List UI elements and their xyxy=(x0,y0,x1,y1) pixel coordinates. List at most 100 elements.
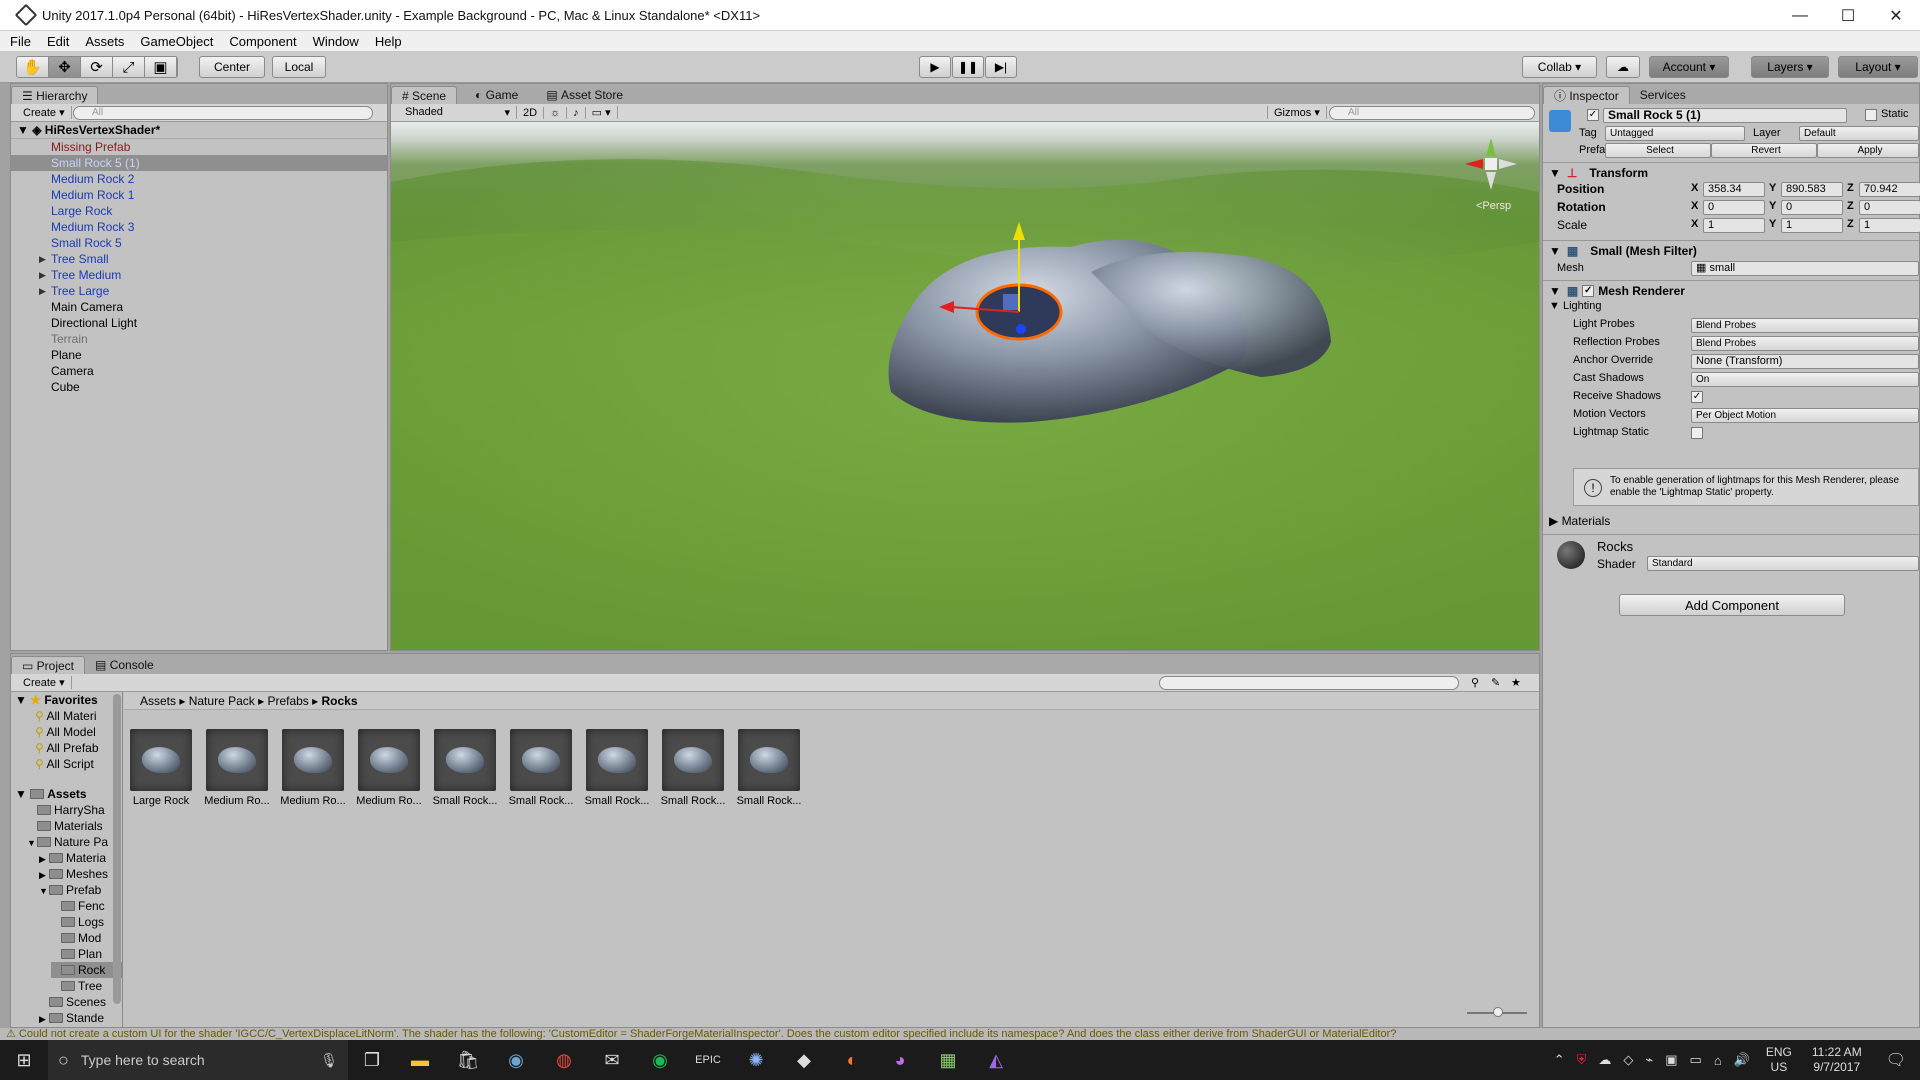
transform-x-field[interactable]: 0 xyxy=(1703,200,1765,215)
static-checkbox[interactable] xyxy=(1865,109,1877,121)
gizmos-dropdown[interactable]: Gizmos ▾ xyxy=(1267,106,1327,119)
taskbar-search-box[interactable]: ○ Type here to search 🎙 xyxy=(48,1040,348,1080)
shield-icon[interactable]: ⛨ xyxy=(1577,1052,1587,1068)
favorite-star-icon[interactable]: ★ xyxy=(1511,676,1521,689)
play-button[interactable]: ▶ xyxy=(919,56,951,78)
cloud-icon[interactable]: ☁ xyxy=(1598,1052,1611,1068)
renderer-dropdown[interactable]: Per Object Motion xyxy=(1691,408,1919,423)
add-component-button[interactable]: Add Component xyxy=(1619,594,1845,616)
hierarchy-item[interactable]: Camera xyxy=(11,363,387,379)
asset-thumbnail[interactable] xyxy=(206,729,268,791)
project-create-button[interactable]: Create ▾ xyxy=(17,676,72,689)
menu-help[interactable]: Help xyxy=(375,34,402,49)
folder-tree-item[interactable]: Mod xyxy=(51,930,101,946)
favorite-item[interactable]: ⚲ All Model xyxy=(35,724,96,740)
paint-icon[interactable]: ◕ xyxy=(876,1040,924,1080)
prefab-revert-button[interactable]: Revert xyxy=(1711,143,1817,158)
transform-x-field[interactable]: 1 xyxy=(1703,218,1765,233)
epic-games-icon[interactable]: EPIC xyxy=(684,1040,732,1080)
asset-thumbnail[interactable] xyxy=(434,729,496,791)
transform-header[interactable]: ▼ ⊥ Transform xyxy=(1543,162,1919,182)
tray-app-icon[interactable]: ▣ xyxy=(1665,1052,1677,1068)
volume-icon[interactable]: 🔊 xyxy=(1734,1052,1750,1068)
tab-project[interactable]: ▭ Project xyxy=(11,656,86,674)
mail-icon[interactable]: ✉ xyxy=(588,1040,636,1080)
renderer-object-field[interactable]: None (Transform) xyxy=(1691,354,1919,369)
blender-icon[interactable]: ◐ xyxy=(828,1040,876,1080)
menu-assets[interactable]: Assets xyxy=(85,34,124,49)
asset-thumbnail[interactable] xyxy=(662,729,724,791)
step-button[interactable]: ▶| xyxy=(985,56,1017,78)
effects-dropdown-icon[interactable]: ▭ ▾ xyxy=(586,106,618,119)
mesh-renderer-enabled-checkbox[interactable]: ✓ xyxy=(1582,284,1595,297)
hierarchy-item[interactable]: ▶ Tree Medium xyxy=(11,267,387,283)
filter-label-icon[interactable]: ✎ xyxy=(1491,676,1500,689)
breadcrumb-assets[interactable]: Assets xyxy=(140,694,176,708)
transform-y-field[interactable]: 890.583 xyxy=(1781,182,1843,197)
hierarchy-search-input[interactable]: All xyxy=(73,106,373,120)
asset-thumbnail[interactable] xyxy=(130,729,192,791)
expand-arrow-icon[interactable]: ▶ xyxy=(39,1011,49,1026)
folder-tree-item[interactable]: ▶ Materia xyxy=(39,850,106,866)
renderer-dropdown[interactable]: On xyxy=(1691,372,1919,387)
usb-icon[interactable]: ⌁ xyxy=(1645,1052,1653,1068)
hierarchy-item[interactable]: ▶ Tree Large xyxy=(11,283,387,299)
scene-viewport[interactable]: <Persp xyxy=(391,122,1539,650)
folder-tree-item[interactable]: Fenc xyxy=(51,898,105,914)
store-icon[interactable]: 🛍 xyxy=(444,1040,492,1080)
image-app-icon[interactable]: ▦ xyxy=(924,1040,972,1080)
assets-header[interactable]: ▼ Assets xyxy=(15,786,87,802)
hierarchy-item[interactable]: Missing Prefab xyxy=(11,139,387,155)
asset-thumbnail[interactable] xyxy=(358,729,420,791)
asset-thumbnail[interactable] xyxy=(282,729,344,791)
mesh-renderer-header[interactable]: ▼ ▦ ✓ Mesh Renderer xyxy=(1543,280,1919,300)
expand-arrow-icon[interactable]: ▶ xyxy=(39,851,49,866)
pivot-center-button[interactable]: Center xyxy=(199,56,265,78)
folder-tree-item[interactable]: Scenes xyxy=(39,994,106,1010)
breadcrumb-rocks[interactable]: Rocks xyxy=(322,694,358,708)
file-explorer-icon[interactable]: ▬ xyxy=(396,1040,444,1080)
object-name-field[interactable]: Small Rock 5 (1) xyxy=(1603,108,1847,123)
tag-dropdown[interactable]: Untagged xyxy=(1605,126,1745,141)
transform-z-field[interactable]: 70.942 xyxy=(1859,182,1920,197)
shading-mode-dropdown[interactable]: Shaded ▾ xyxy=(399,106,517,119)
unity-icon[interactable]: ◆ xyxy=(780,1040,828,1080)
rect-tool-icon[interactable]: ▣ xyxy=(145,57,177,77)
perspective-label[interactable]: <Persp xyxy=(1476,200,1511,212)
tab-game[interactable]: ◐ Game xyxy=(465,86,528,104)
menu-window[interactable]: Window xyxy=(313,34,359,49)
expand-arrow-icon[interactable]: ▶ xyxy=(39,283,46,299)
layer-dropdown[interactable]: Default xyxy=(1799,126,1919,141)
close-button[interactable]: ✕ xyxy=(1872,0,1920,31)
audio-toggle-icon[interactable]: ♪ xyxy=(567,106,586,119)
transform-z-field[interactable]: 0 xyxy=(1859,200,1920,215)
expand-arrow-icon[interactable]: ▶ xyxy=(39,267,46,283)
hierarchy-item[interactable]: Medium Rock 3 xyxy=(11,219,387,235)
pivot-local-button[interactable]: Local xyxy=(272,56,326,78)
folder-tree-item[interactable]: ▶ Meshes xyxy=(39,866,108,882)
layers-dropdown[interactable]: Layers ▾ xyxy=(1751,56,1829,78)
folder-tree-item[interactable]: ▶ Stande xyxy=(39,1010,104,1026)
prefab-select-button[interactable]: Select xyxy=(1605,143,1711,158)
start-button[interactable]: ⊞ xyxy=(0,1040,48,1080)
folder-tree-item[interactable]: Plan xyxy=(51,946,102,962)
hierarchy-item[interactable]: Small Rock 5 xyxy=(11,235,387,251)
folder-tree-item[interactable]: Logs xyxy=(51,914,104,930)
tab-hierarchy[interactable]: ☰ Hierarchy xyxy=(11,86,99,104)
status-bar[interactable]: ⚠ Could not create a custom UI for the s… xyxy=(0,1028,1920,1040)
folder-tree-item[interactable]: ▼ Prefab xyxy=(39,882,101,898)
language-indicator[interactable]: ENG US xyxy=(1766,1045,1792,1075)
renderer-dropdown[interactable]: Blend Probes xyxy=(1691,318,1919,333)
mesh-filter-header[interactable]: ▼ ▦ Small (Mesh Filter) xyxy=(1543,240,1919,260)
steam-icon[interactable]: ◉ xyxy=(492,1040,540,1080)
rotate-tool-icon[interactable]: ⟳ xyxy=(81,57,113,77)
hand-tool-icon[interactable]: ✋ xyxy=(17,57,49,77)
active-checkbox[interactable]: ✓ xyxy=(1587,109,1599,121)
hierarchy-item[interactable]: Medium Rock 1 xyxy=(11,187,387,203)
shader-dropdown[interactable]: Standard xyxy=(1647,556,1919,571)
expand-arrow-icon[interactable]: ▼ xyxy=(27,835,37,850)
task-view-icon[interactable]: ❐ xyxy=(348,1040,396,1080)
asset-thumbnail[interactable] xyxy=(586,729,648,791)
renderer-dropdown[interactable]: Blend Probes xyxy=(1691,336,1919,351)
hierarchy-item[interactable]: Medium Rock 2 xyxy=(11,171,387,187)
